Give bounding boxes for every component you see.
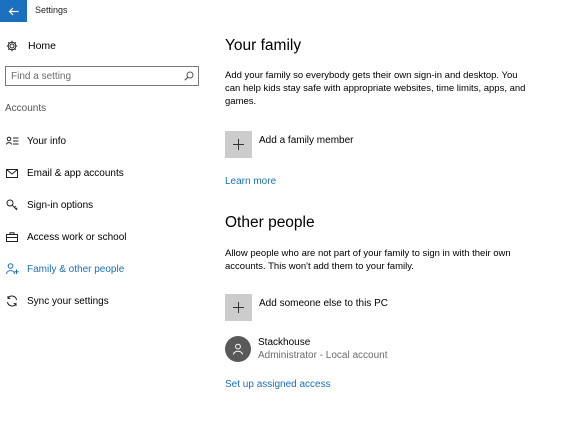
plus-icon (225, 294, 252, 321)
id-card-icon (5, 134, 19, 148)
add-someone-else-button[interactable]: Add someone else to this PC (225, 294, 388, 321)
other-people-heading: Other people (225, 214, 315, 231)
person-add-icon (5, 262, 19, 276)
sidebar-item-family-other-people[interactable]: Family & other people (5, 261, 124, 277)
learn-more-link[interactable]: Learn more (225, 176, 276, 187)
your-family-heading: Your family (225, 37, 302, 54)
sidebar-item-label: Sync your settings (27, 295, 109, 307)
set-up-assigned-access-link[interactable]: Set up assigned access (225, 379, 331, 390)
home-nav-item[interactable]: Home (5, 38, 56, 54)
sidebar-item-label: Sign-in options (27, 199, 94, 211)
back-button[interactable] (0, 0, 27, 22)
main-content: Your family Add your family so everybody… (225, 0, 570, 435)
sidebar-item-access-work-school[interactable]: Access work or school (5, 229, 126, 245)
other-people-description: Allow people who are not part of your fa… (225, 248, 511, 272)
gear-icon (5, 39, 19, 53)
search-box[interactable] (5, 66, 199, 86)
sidebar-item-label: Email & app accounts (27, 167, 124, 179)
sidebar-item-sign-in-options[interactable]: Sign-in options (5, 197, 93, 213)
user-account-stackhouse[interactable]: Stackhouse Administrator - Local account (225, 335, 388, 363)
user-name: Stackhouse (258, 337, 311, 348)
sidebar-item-your-info[interactable]: Your info (5, 133, 66, 149)
search-icon[interactable] (180, 67, 198, 85)
add-someone-else-label: Add someone else to this PC (259, 298, 388, 309)
avatar (225, 336, 251, 362)
briefcase-icon (5, 230, 19, 244)
sidebar-item-label: Family & other people (27, 263, 125, 275)
key-icon (5, 198, 19, 212)
sync-icon (5, 294, 19, 308)
sidebar-item-label: Your info (27, 135, 67, 147)
mail-icon (5, 166, 19, 180)
window-title: Settings (35, 5, 68, 15)
home-label: Home (28, 40, 57, 52)
sidebar-item-label: Access work or school (27, 231, 127, 243)
add-family-member-label: Add a family member (259, 135, 354, 146)
user-role: Administrator - Local account (258, 350, 388, 361)
your-family-description: Add your family so everybody gets their … (225, 70, 526, 107)
plus-icon (225, 131, 252, 158)
person-icon (233, 343, 243, 355)
search-input[interactable] (6, 67, 180, 85)
section-label-accounts: Accounts (5, 103, 47, 114)
user-text: Stackhouse Administrator - Local account (258, 336, 388, 362)
sidebar-item-email-app-accounts[interactable]: Email & app accounts (5, 165, 124, 181)
sidebar-item-sync-settings[interactable]: Sync your settings (5, 293, 109, 309)
add-family-member-button[interactable]: Add a family member (225, 131, 353, 158)
back-arrow-icon (8, 7, 19, 15)
